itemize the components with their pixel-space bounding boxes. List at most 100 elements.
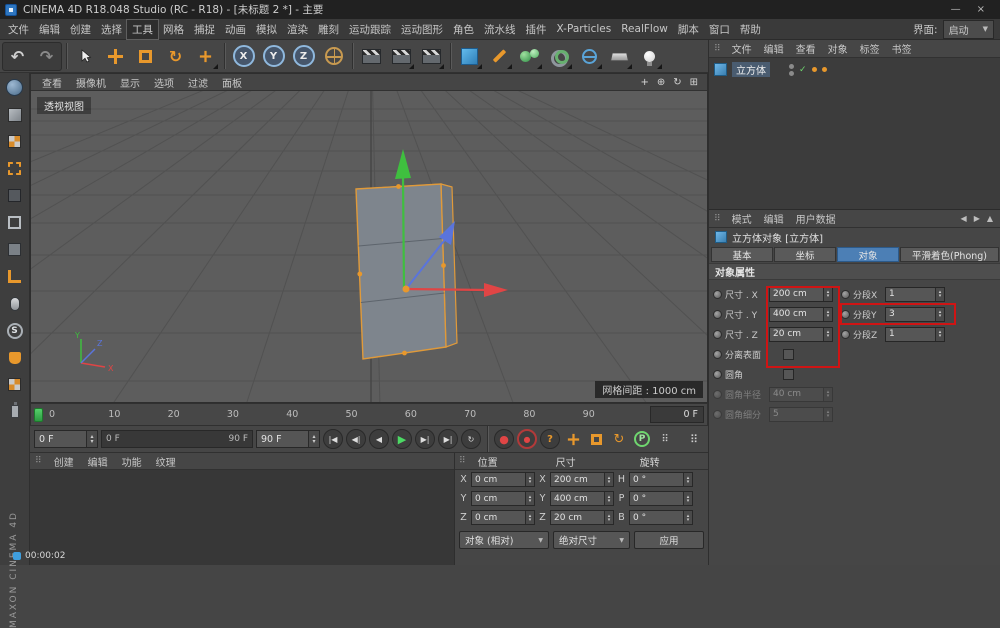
minimize-button[interactable]: — xyxy=(951,0,961,19)
pos-y-field[interactable]: 0 cm▴▾ xyxy=(471,491,535,506)
object-manager-menu-item[interactable]: 编辑 xyxy=(758,44,790,57)
viewport-canvas[interactable]: Y X Z xyxy=(31,91,707,402)
light-button[interactable] xyxy=(635,42,664,71)
object-manager-list[interactable]: 立方体 ✓ xyxy=(709,58,1000,210)
menu-item-select[interactable]: 选择 xyxy=(96,20,127,39)
pos-x-field[interactable]: 0 cm▴▾ xyxy=(471,472,535,487)
material-menu-item[interactable]: 创建 xyxy=(47,457,81,470)
parameter-key-toggle[interactable]: P xyxy=(632,429,652,449)
keyframe-selection-button[interactable]: ? xyxy=(540,429,560,449)
cube-front-face[interactable] xyxy=(356,184,446,359)
undo-button[interactable]: ↶ xyxy=(3,42,32,71)
deformer-button[interactable] xyxy=(575,42,604,71)
menu-item-render[interactable]: 渲染 xyxy=(282,20,313,39)
viewport-menu-item[interactable]: 面板 xyxy=(215,78,249,91)
axis-mode-button[interactable] xyxy=(3,265,27,288)
size-mode-dropdown[interactable]: 绝对尺寸 ▼ xyxy=(553,531,630,549)
object-row-cube[interactable]: 立方体 ✓ xyxy=(714,61,995,78)
menu-item-xparticles[interactable]: X-Particles xyxy=(552,21,617,37)
workplane-mode-button[interactable] xyxy=(3,157,27,180)
object-manager-menu-item[interactable]: 对象 xyxy=(822,44,854,57)
primitive-cube-button[interactable] xyxy=(455,42,484,71)
rotate-tool-button[interactable]: ↻ xyxy=(161,42,190,71)
size-y-field[interactable]: 400 cm▴▾ xyxy=(550,491,614,506)
keyframe-dot[interactable] xyxy=(713,370,722,379)
rot-b-field[interactable]: 0 °▴▾ xyxy=(629,510,693,525)
apply-button[interactable]: 应用 xyxy=(634,531,704,549)
record-keyframe-button[interactable]: ● xyxy=(494,429,514,449)
history-back-icon[interactable]: ◀ xyxy=(961,214,967,223)
loop-button[interactable]: ↻ xyxy=(461,429,481,449)
menu-item-realflow[interactable]: RealFlow xyxy=(616,21,673,37)
x-axis-handle[interactable] xyxy=(406,289,486,290)
keyframe-dot[interactable] xyxy=(841,290,850,299)
viewport-menu-item[interactable]: 查看 xyxy=(35,78,69,91)
enabled-check-icon[interactable]: ✓ xyxy=(799,65,807,75)
timeline-panel-button[interactable]: ⠿ xyxy=(684,429,704,449)
keyframe-dot[interactable] xyxy=(713,330,722,339)
uv-pattern-button[interactable] xyxy=(3,373,27,396)
tab-basic[interactable]: 基本 xyxy=(711,247,773,262)
timeline-ruler[interactable]: 0102030405060708090 0 F xyxy=(30,403,708,426)
menu-item-mesh[interactable]: 网格 xyxy=(158,20,189,39)
points-mode-button[interactable] xyxy=(3,184,27,207)
render-settings-button[interactable] xyxy=(417,42,446,71)
scale-tool-button[interactable] xyxy=(131,42,160,71)
size-x-field[interactable]: 200 cm▴▾ xyxy=(550,472,614,487)
play-button[interactable]: ▶ xyxy=(392,429,412,449)
object-manager-menu-item[interactable]: 查看 xyxy=(790,44,822,57)
texture-tag-icon[interactable] xyxy=(812,67,817,72)
airbrush-button[interactable] xyxy=(3,400,27,423)
attribute-menu-item[interactable]: 编辑 xyxy=(758,214,790,227)
keyframe-dot[interactable] xyxy=(841,330,850,339)
polygons-mode-button[interactable] xyxy=(3,238,27,261)
close-button[interactable]: × xyxy=(977,0,985,19)
keyframe-dot[interactable] xyxy=(713,310,722,319)
menu-item-create[interactable]: 创建 xyxy=(65,20,96,39)
pan-view-icon[interactable]: + xyxy=(640,77,648,88)
toggle-views-icon[interactable]: ⊞ xyxy=(690,77,698,88)
interface-select[interactable]: 启动 ▼ xyxy=(943,20,994,39)
floor-button[interactable] xyxy=(605,42,634,71)
panel-menu-icon[interactable]: ⠿ xyxy=(714,214,721,224)
render-picture-viewer-button[interactable] xyxy=(387,42,416,71)
goto-start-button[interactable]: |◀ xyxy=(323,429,343,449)
keyframe-dot[interactable] xyxy=(841,310,850,319)
current-frame-display[interactable]: 0 F xyxy=(650,406,704,423)
position-key-toggle[interactable] xyxy=(563,429,583,449)
next-key-button[interactable]: ▶| xyxy=(415,429,435,449)
coord-mode-dropdown[interactable]: 对象 (相对) ▼ xyxy=(459,531,549,549)
viewport-solo-button[interactable] xyxy=(3,292,27,315)
rotation-key-toggle[interactable]: ↻ xyxy=(609,429,629,449)
menu-item-snap[interactable]: 捕捉 xyxy=(189,20,220,39)
menu-item-animate[interactable]: 动画 xyxy=(220,20,251,39)
render-view-button[interactable] xyxy=(357,42,386,71)
object-manager-menu-item[interactable]: 书签 xyxy=(886,44,918,57)
object-origin-handle[interactable] xyxy=(403,286,410,293)
coordinate-system-button[interactable] xyxy=(319,42,348,71)
last-tool-button[interactable] xyxy=(191,42,220,71)
phong-tag-icon[interactable] xyxy=(822,67,827,72)
scale-key-toggle[interactable] xyxy=(586,429,606,449)
goto-end-button[interactable]: ▶| xyxy=(438,429,458,449)
z-axis-lock-button[interactable]: Z xyxy=(289,42,318,71)
object-name[interactable]: 立方体 xyxy=(732,62,770,77)
edges-mode-button[interactable] xyxy=(3,211,27,234)
rot-p-field[interactable]: 0 °▴▾ xyxy=(629,491,693,506)
tab-phong[interactable]: 平滑着色(Phong) xyxy=(900,247,999,262)
viewport-menu-item[interactable]: 显示 xyxy=(113,78,147,91)
keyframe-dot[interactable] xyxy=(713,290,722,299)
menu-item-pipeline[interactable]: 流水线 xyxy=(479,20,521,39)
prev-key-button[interactable]: ◀| xyxy=(346,429,366,449)
object-manager-menu-item[interactable]: 标签 xyxy=(854,44,886,57)
viewport-menu-item[interactable]: 选项 xyxy=(147,78,181,91)
menu-item-motion-tracker[interactable]: 运动跟踪 xyxy=(344,20,396,39)
menu-item-file[interactable]: 文件 xyxy=(3,20,34,39)
playhead-marker[interactable] xyxy=(34,408,43,422)
x-axis-lock-button[interactable]: X xyxy=(229,42,258,71)
object-manager-menu-item[interactable]: 文件 xyxy=(726,44,758,57)
panel-menu-icon[interactable]: ⠿ xyxy=(714,44,721,54)
move-tool-button[interactable] xyxy=(101,42,130,71)
size-z-input[interactable]: 20 cm▴▾ xyxy=(769,327,833,342)
menu-item-window[interactable]: 窗口 xyxy=(704,20,735,39)
